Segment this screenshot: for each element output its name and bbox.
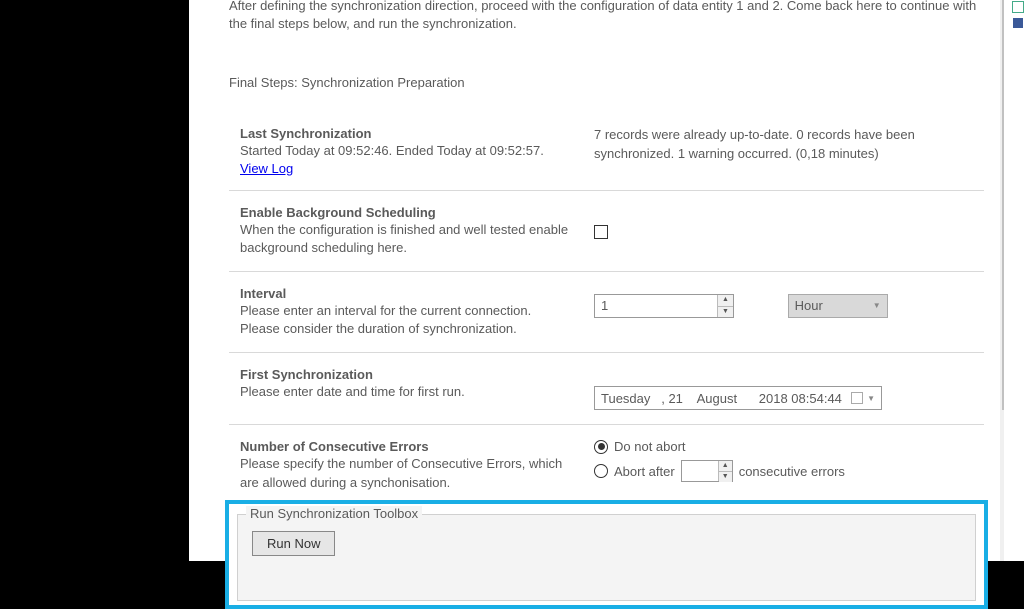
radio-abort-suffix: consecutive errors xyxy=(739,464,845,479)
consecutive-spinner-btns: ▲ ▼ xyxy=(718,461,732,481)
sub-heading: Final Steps: Synchronization Preparation xyxy=(229,75,984,90)
radio-row-abortafter: Abort after ▲ ▼ consecutive errors xyxy=(594,460,984,482)
first-sync-right: Tuesday , 21 August 2018 08:54:44 ▼ xyxy=(594,367,984,410)
enable-bg-desc: When the configuration is finished and w… xyxy=(240,221,574,257)
row-enable-bg: Enable Background Scheduling When the co… xyxy=(229,205,984,272)
interval-right: 1 ▲ ▼ Hour ▼ xyxy=(594,286,984,338)
first-sync-desc: Please enter date and time for first run… xyxy=(240,383,574,401)
row-last-sync: Last Synchronization Started Today at 09… xyxy=(229,126,984,190)
interval-spinner-btns: ▲ ▼ xyxy=(717,295,733,317)
last-sync-left: Last Synchronization Started Today at 09… xyxy=(229,126,574,175)
interval-unit-dropdown[interactable]: Hour ▼ xyxy=(788,294,888,318)
content-wrapper: After defining the synchronization direc… xyxy=(189,0,1004,558)
main-panel: After defining the synchronization direc… xyxy=(189,0,1004,561)
interval-value[interactable]: 1 xyxy=(595,295,717,317)
last-sync-title: Last Synchronization xyxy=(240,126,574,141)
chevron-down-icon: ▼ xyxy=(873,301,881,310)
consecutive-down-icon[interactable]: ▼ xyxy=(719,472,732,482)
enable-bg-right xyxy=(594,205,984,257)
highlight-box: Run Synchronization Toolbox Run Now xyxy=(225,500,988,609)
errors-title: Number of Consecutive Errors xyxy=(240,439,574,454)
enable-bg-left: Enable Background Scheduling When the co… xyxy=(229,205,574,257)
interval-desc1: Please enter an interval for the current… xyxy=(240,302,574,320)
right-strip xyxy=(1004,0,1024,561)
interval-spinner[interactable]: 1 ▲ ▼ xyxy=(594,294,734,318)
intro-text: After defining the synchronization direc… xyxy=(229,0,984,33)
first-sync-title: First Synchronization xyxy=(240,367,574,382)
last-sync-right: 7 records were already up-to-date. 0 rec… xyxy=(594,126,984,175)
enable-bg-checkbox[interactable] xyxy=(594,225,608,239)
last-sync-desc: Started Today at 09:52:46. Ended Today a… xyxy=(240,142,574,160)
errors-right: Do not abort Abort after ▲ ▼ consecutive… xyxy=(594,439,984,491)
first-sync-value: Tuesday , 21 August 2018 08:54:44 xyxy=(601,391,851,406)
row-interval: Interval Please enter an interval for th… xyxy=(229,286,984,353)
sync-status-text: 7 records were already up-to-date. 0 rec… xyxy=(594,126,984,162)
consecutive-up-icon[interactable]: ▲ xyxy=(719,461,732,472)
interval-unit-value: Hour xyxy=(795,298,873,313)
left-black-area xyxy=(0,0,189,561)
consecutive-errors-spinner[interactable]: ▲ ▼ xyxy=(681,460,733,482)
radio-abort-after[interactable] xyxy=(594,464,608,478)
interval-down-icon[interactable]: ▼ xyxy=(718,307,733,318)
calendar-icon xyxy=(851,392,863,404)
radio-abort-prefix: Abort after xyxy=(614,464,675,479)
row-first-sync: First Synchronization Please enter date … xyxy=(229,367,984,425)
chevron-down-icon: ▼ xyxy=(867,394,875,403)
row-errors: Number of Consecutive Errors Please spec… xyxy=(229,439,984,497)
first-sync-left: First Synchronization Please enter date … xyxy=(229,367,574,410)
facebook-icon[interactable] xyxy=(1013,18,1023,28)
radio-no-abort-label: Do not abort xyxy=(614,439,686,454)
radio-no-abort[interactable] xyxy=(594,440,608,454)
consecutive-errors-value[interactable] xyxy=(682,461,718,481)
errors-desc: Please specify the number of Consecutive… xyxy=(240,455,574,491)
run-sync-groupbox: Run Synchronization Toolbox Run Now xyxy=(237,514,976,601)
radio-row-noabort: Do not abort xyxy=(594,439,984,454)
view-log-link[interactable]: View Log xyxy=(240,161,293,176)
errors-left: Number of Consecutive Errors Please spec… xyxy=(229,439,574,491)
enable-bg-title: Enable Background Scheduling xyxy=(240,205,574,220)
save-icon[interactable] xyxy=(1012,1,1024,13)
interval-up-icon[interactable]: ▲ xyxy=(718,295,733,307)
interval-left: Interval Please enter an interval for th… xyxy=(229,286,574,338)
first-sync-datepicker[interactable]: Tuesday , 21 August 2018 08:54:44 ▼ xyxy=(594,386,882,410)
interval-title: Interval xyxy=(240,286,574,301)
interval-desc2: Please consider the duration of synchron… xyxy=(240,320,574,338)
run-now-button[interactable]: Run Now xyxy=(252,531,335,556)
run-sync-legend: Run Synchronization Toolbox xyxy=(246,506,422,521)
